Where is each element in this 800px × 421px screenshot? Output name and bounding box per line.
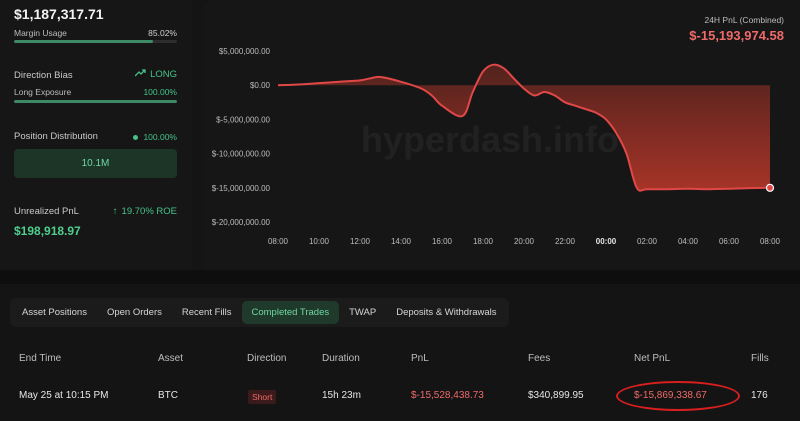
cell-pnl: $-15,528,438.73 [411,390,484,401]
y-tick-label: $-5,000,000.00 [216,115,270,124]
pnl-chart[interactable]: hyperdash.info $5,000,000.00 $0.00 $-5,000… [0,0,800,270]
col-header-duration[interactable]: Duration [322,353,360,364]
x-tick-label: 22:00 [555,237,576,246]
tab-deposits-withdrawals[interactable]: Deposits & Withdrawals [386,301,506,324]
col-header-net-pnl[interactable]: Net PnL [634,353,670,364]
chart-watermark: hyperdash.info [361,119,619,160]
x-tick-label: 08:00 [268,237,289,246]
tab-open-orders[interactable]: Open Orders [97,301,172,324]
y-axis: $5,000,000.00 $0.00 $-5,000,000.00 $-10,000… [212,47,271,227]
x-tick-label: 12:00 [350,237,371,246]
col-header-fees[interactable]: Fees [528,353,550,364]
x-tick-label: 14:00 [391,237,412,246]
cell-fills: 176 [751,390,768,401]
x-tick-label: 20:00 [514,237,535,246]
cell-end-time: May 25 at 10:15 PM [19,390,109,401]
y-tick-label: $5,000,000.00 [219,47,271,56]
x-tick-label: 08:00 [760,237,781,246]
x-tick-label: 06:00 [719,237,740,246]
pnl-end-point [765,183,775,192]
col-header-fills[interactable]: Fills [751,353,769,364]
highlight-annotation [616,381,740,411]
x-tick-label: 16:00 [432,237,453,246]
cell-asset[interactable]: BTC [158,390,178,401]
y-tick-label: $0.00 [250,81,271,90]
tab-recent-fills[interactable]: Recent Fills [172,301,242,324]
tab-completed-trades[interactable]: Completed Trades [241,301,340,324]
y-tick-label: $-15,000,000.00 [212,184,271,193]
direction-badge: Short [248,390,277,404]
x-axis: 08:00 10:00 12:00 14:00 16:00 18:00 20:00 22:00… [268,237,781,246]
top-section: $1,187,317.71 Margin Usage 85.02% Direct… [0,0,800,270]
col-header-asset[interactable]: Asset [158,353,183,364]
tab-twap[interactable]: TWAP [339,301,386,324]
x-tick-label: 04:00 [678,237,699,246]
tab-bar: Asset Positions Open Orders Recent Fills Co… [10,298,509,327]
x-tick-label: 10:00 [309,237,330,246]
cell-duration: 15h 23m [322,390,361,401]
col-header-direction[interactable]: Direction [247,353,286,364]
x-tick-label: 02:00 [637,237,658,246]
x-tick-label: 18:00 [473,237,494,246]
y-tick-label: $-20,000,000.00 [212,218,271,227]
cell-fees: $340,899.95 [528,390,584,401]
x-tick-label: 00:00 [596,237,617,246]
y-tick-label: $-10,000,000.00 [212,150,271,159]
col-header-end-time[interactable]: End Time [19,353,61,364]
col-header-pnl[interactable]: PnL [411,353,429,364]
tab-asset-positions[interactable]: Asset Positions [12,301,97,324]
